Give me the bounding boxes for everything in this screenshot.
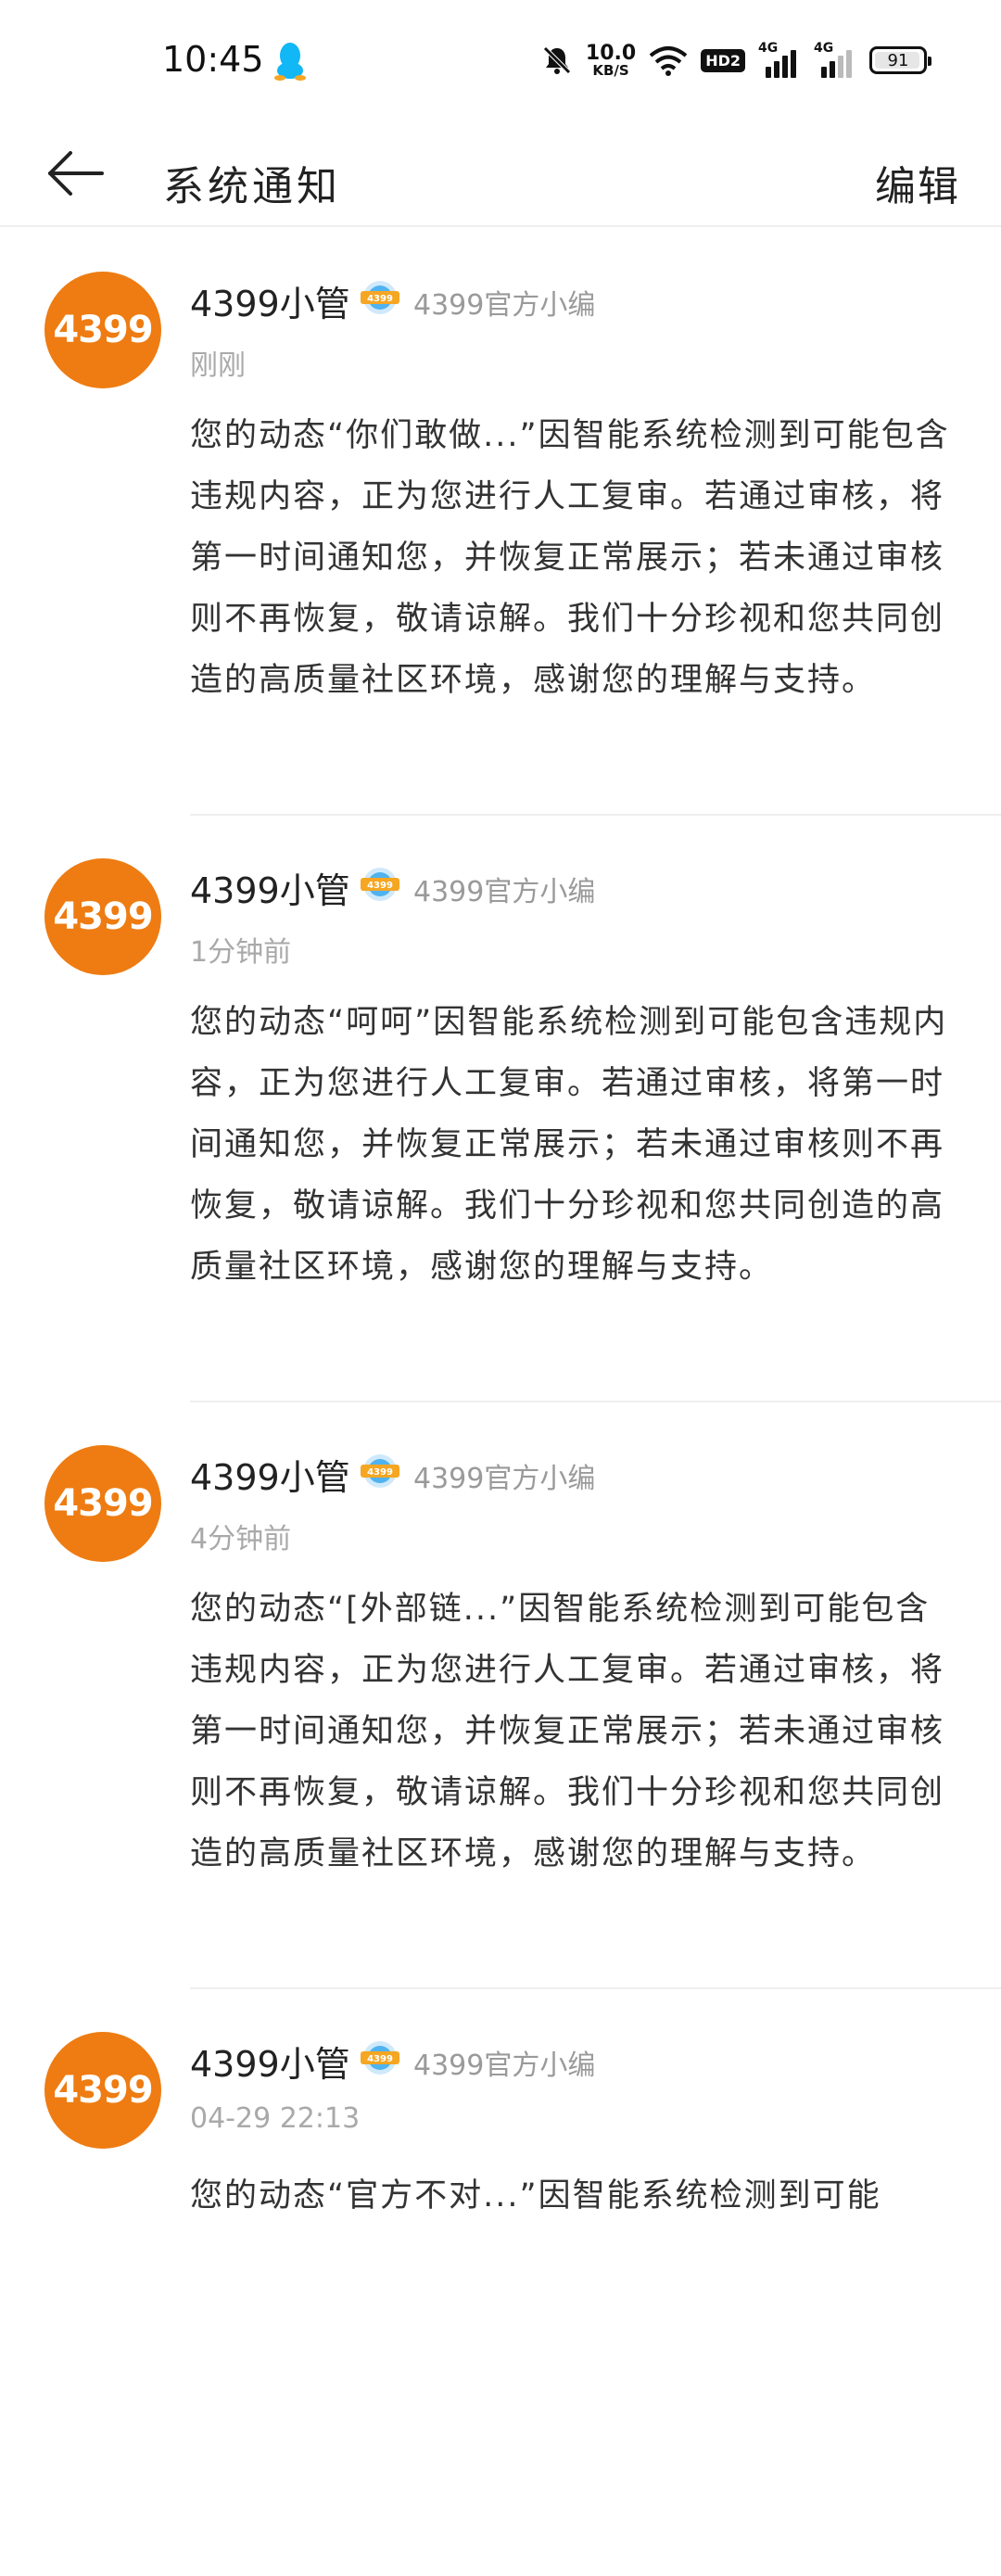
notification-content: 您的动态“你们敢做...”因智能系统检测到可能包含违规内容，正为您进行人工复审。… [190, 417, 950, 699]
official-badge-icon: 4399 [361, 868, 399, 901]
signal-icon-2: 4G [814, 41, 856, 78]
network-speed-unit: KB/S [592, 61, 629, 79]
sender-name[interactable]: 4399小管 [190, 2036, 350, 2087]
badge-text: 4399 [367, 294, 393, 304]
signal-icon: 4G [758, 41, 801, 78]
badge-text: 4399 [367, 881, 393, 891]
official-badge-icon: 4399 [361, 2041, 399, 2075]
avatar[interactable]: 4399 [44, 2032, 161, 2149]
sender-name[interactable]: 4399小管 [190, 275, 350, 326]
badge-text: 4399 [367, 2054, 393, 2064]
notification-content: 您的动态“[外部链...”因智能系统检测到可能包含违规内容，正为您进行人工复审。… [190, 1591, 945, 1872]
avatar[interactable]: 4399 [44, 272, 161, 388]
avatar-text: 4399 [53, 895, 153, 938]
sender-role: 4399官方小编 [413, 2049, 596, 2082]
notification-item[interactable]: 4399 4399小管 4399 4399官方小编 4分钟前 您的动态“[外部链… [0, 1402, 1001, 1989]
badge-text: 4399 [367, 1467, 393, 1478]
notification-time: 1分钟前 [190, 936, 292, 969]
notification-list: 4399 4399小管 4399 4399官方小编 刚刚 您的动态“你们敢做..… [0, 229, 1001, 2576]
notification-time: 04-29 22:13 [190, 2102, 361, 2135]
avatar[interactable]: 4399 [44, 858, 161, 975]
avatar[interactable]: 4399 [44, 1445, 161, 1562]
sender-role: 4399官方小编 [413, 1463, 596, 1495]
battery-icon: 91 [869, 46, 931, 74]
notification-item[interactable]: 4399 4399小管 4399 4399官方小编 04-29 22:13 您的… [0, 1989, 1001, 2576]
sender-role: 4399官方小编 [413, 289, 596, 322]
notification-time: 刚刚 [190, 349, 246, 382]
status-time: 10:45 [162, 39, 264, 80]
back-arrow-icon[interactable] [44, 142, 108, 205]
battery-level: 91 [887, 50, 909, 70]
network-speed: 10.0 KB/S [585, 41, 637, 79]
avatar-text: 4399 [53, 309, 153, 351]
sender-name[interactable]: 4399小管 [190, 862, 350, 913]
notification-content: 您的动态“官方不对...”因智能系统检测到可能 [190, 2177, 881, 2214]
mute-icon [543, 46, 571, 74]
sender-name[interactable]: 4399小管 [190, 1449, 350, 1500]
network-speed-value: 10.0 [585, 41, 637, 65]
hd-voice-badge: HD2 [701, 48, 745, 72]
qq-icon [274, 43, 306, 81]
sender-role: 4399官方小编 [413, 876, 596, 908]
notification-item[interactable]: 4399 4399小管 4399 4399官方小编 1分钟前 您的动态“呵呵”因… [0, 816, 1001, 1402]
notification-content: 您的动态“呵呵”因智能系统检测到可能包含违规内容，正为您进行人工复审。若通过审核… [190, 1004, 948, 1286]
app-bar: 系统通知 编辑 [0, 125, 1001, 227]
avatar-text: 4399 [53, 1482, 153, 1525]
page-title: 系统通知 [163, 163, 341, 210]
official-badge-icon: 4399 [361, 1454, 399, 1488]
avatar-text: 4399 [53, 2069, 153, 2112]
status-indicators: 10.0 KB/S HD2 4G 4G 91 [541, 37, 931, 83]
notification-item[interactable]: 4399 4399小管 4399 4399官方小编 刚刚 您的动态“你们敢做..… [0, 229, 1001, 816]
wifi-icon [649, 46, 688, 76]
edit-button[interactable]: 编辑 [875, 153, 960, 212]
notification-time: 4分钟前 [190, 1523, 292, 1555]
status-bar: 10:45 10.0 KB/S HD2 4G 4G 91 [0, 0, 1001, 125]
official-badge-icon: 4399 [361, 281, 399, 314]
